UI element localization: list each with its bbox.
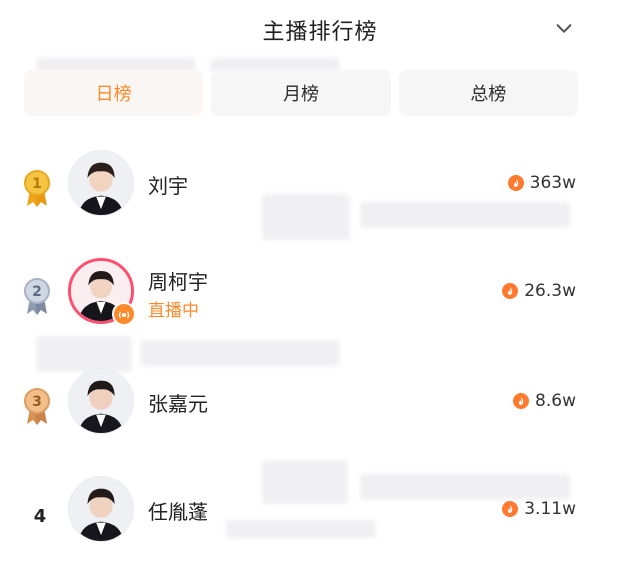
bronze-medal-icon: 3 — [20, 386, 54, 426]
score: 26.3w — [502, 280, 576, 302]
score-value: 3.11w — [524, 499, 576, 519]
live-broadcast-icon — [112, 302, 136, 326]
avatar[interactable] — [68, 368, 134, 434]
tab-daily[interactable]: 日榜 — [24, 70, 204, 116]
streamer-name: 周柯宇 — [148, 270, 208, 294]
header: 主播排行榜 — [0, 0, 640, 60]
blurred-overlay — [262, 194, 350, 240]
tab-total[interactable]: 总榜 — [398, 70, 578, 116]
streamer-name: 刘宇 — [148, 174, 188, 198]
page-title: 主播排行榜 — [262, 20, 378, 45]
silver-medal-icon: 2 — [20, 276, 54, 316]
score-value: 363w — [529, 173, 576, 193]
chevron-down-icon[interactable] — [550, 14, 578, 42]
score: 3.11w — [502, 498, 576, 520]
avatar[interactable] — [68, 476, 134, 542]
blurred-overlay — [360, 202, 570, 228]
streamer-name: 任胤蓬 — [148, 500, 208, 524]
ranking-row[interactable]: 3 张嘉元 8.6w — [0, 368, 640, 464]
blurred-overlay — [140, 340, 340, 366]
svg-text:1: 1 — [32, 176, 42, 192]
tab-monthly[interactable]: 月榜 — [211, 70, 391, 116]
score: 8.6w — [513, 390, 576, 412]
flame-icon — [507, 175, 524, 191]
gold-medal-icon: 1 — [20, 168, 54, 208]
svg-text:3: 3 — [32, 394, 42, 410]
streamer-name: 张嘉元 — [148, 392, 208, 416]
ranking-panel: 主播排行榜 日榜 月榜 总榜 1 刘宇 363w 2 周柯宇 直播中 26.3w… — [0, 0, 640, 564]
svg-text:2: 2 — [32, 284, 42, 300]
flame-icon — [502, 501, 519, 517]
period-tabs: 日榜 月榜 总榜 — [24, 70, 578, 116]
flame-icon — [502, 283, 519, 299]
rank-number: 4 — [33, 506, 47, 527]
live-status: 直播中 — [148, 301, 199, 321]
score-value: 26.3w — [524, 281, 576, 301]
avatar[interactable] — [68, 150, 134, 216]
score-value: 8.6w — [535, 391, 576, 411]
flame-icon — [513, 393, 530, 409]
blurred-overlay — [36, 336, 132, 372]
blurred-overlay — [226, 520, 376, 538]
score: 363w — [507, 172, 576, 194]
